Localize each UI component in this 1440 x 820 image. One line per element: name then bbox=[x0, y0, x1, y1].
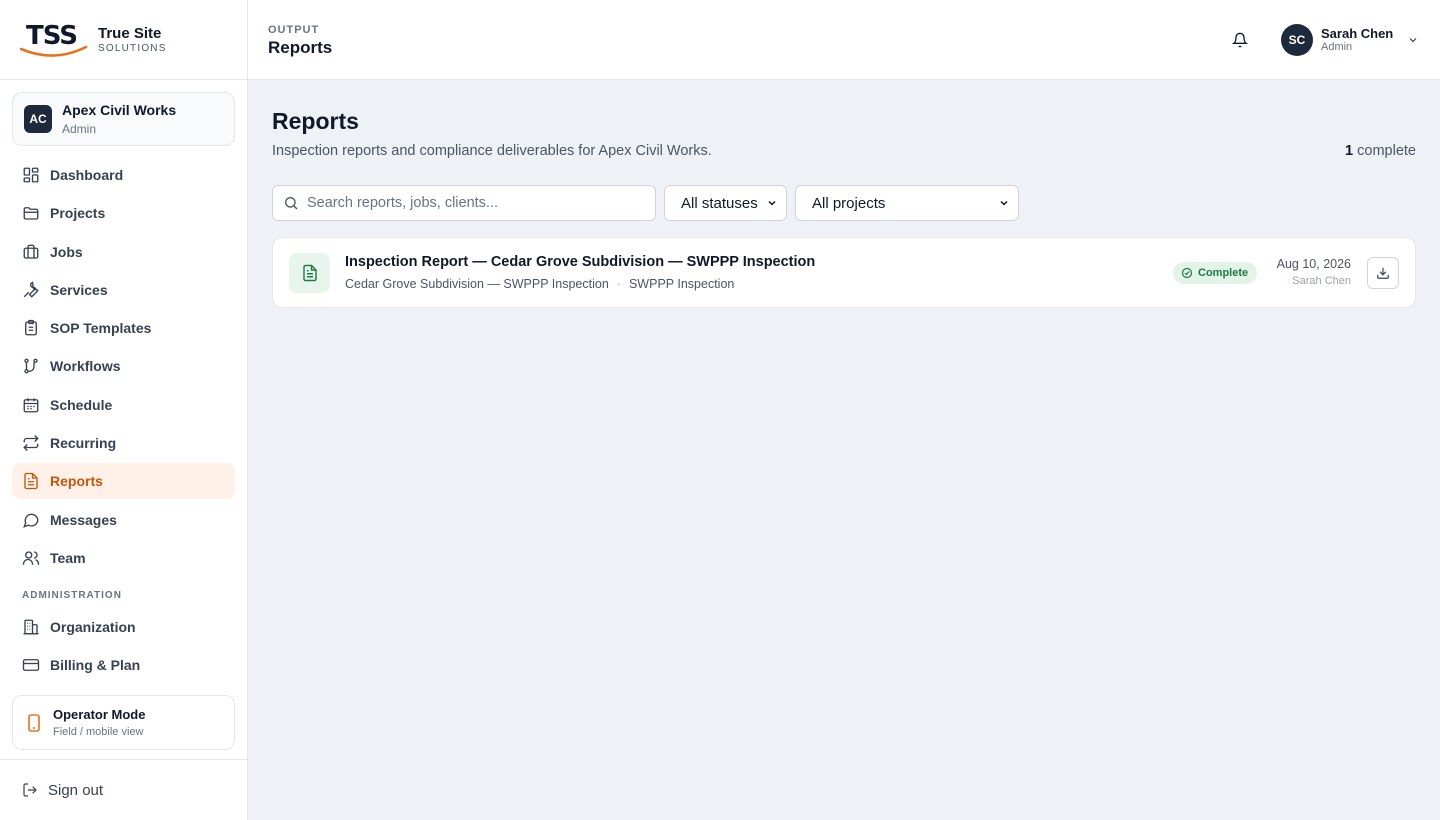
sidebar-item-messages[interactable]: Messages bbox=[12, 502, 235, 538]
status-filter-select[interactable]: All statuses bbox=[664, 185, 787, 221]
project-filter-select[interactable]: All projects bbox=[795, 185, 1019, 221]
sidebar-item-label: Jobs bbox=[50, 243, 83, 260]
workflow-icon bbox=[24, 359, 38, 374]
operator-mode-button[interactable]: Operator Mode Field / mobile view bbox=[12, 695, 235, 750]
sidebar-item-label: Projects bbox=[50, 205, 106, 222]
status-filter-value: All statuses bbox=[681, 194, 758, 212]
report-service: SWPPP Inspection bbox=[628, 277, 735, 291]
user-menu[interactable]: SC Sarah Chen Admin bbox=[1281, 24, 1419, 56]
building-icon bbox=[23, 619, 39, 635]
org-switcher[interactable]: AC Apex Civil Works Admin bbox=[12, 92, 235, 146]
credit-card-icon bbox=[22, 659, 40, 672]
breadcrumb-section: OUTPUT bbox=[268, 24, 320, 36]
file-text-icon bbox=[24, 473, 38, 490]
logo: TSS bbox=[20, 21, 88, 59]
report-row[interactable]: Inspection Report — Cedar Grove Subdivis… bbox=[272, 237, 1416, 308]
download-report-button[interactable] bbox=[1367, 257, 1399, 289]
operator-mode-subtitle: Field / mobile view bbox=[53, 726, 144, 738]
sign-out-button[interactable]: Sign out bbox=[0, 759, 247, 820]
brand-name: True Site bbox=[98, 24, 162, 42]
brand[interactable]: TSS True Site SOLUTIONS bbox=[0, 0, 247, 80]
download-icon bbox=[1377, 267, 1389, 279]
sidebar-item-jobs[interactable]: Jobs bbox=[12, 234, 235, 270]
search-box[interactable] bbox=[272, 185, 656, 221]
sidebar-item-label: Messages bbox=[50, 511, 117, 528]
report-author: Sarah Chen bbox=[1292, 275, 1351, 287]
chevron-down-icon bbox=[1000, 200, 1008, 206]
report-count-label: complete bbox=[1357, 143, 1416, 159]
repeat-icon bbox=[23, 435, 39, 452]
search-icon bbox=[285, 197, 298, 210]
sidebar-item-label: Team bbox=[50, 549, 86, 566]
sidebar-item-workflows[interactable]: Workflows bbox=[12, 348, 235, 384]
sidebar-nav: Dashboard Projects Jobs Services SOP Tem… bbox=[12, 157, 235, 686]
sidebar-item-label: Billing & Plan bbox=[50, 657, 141, 674]
chevron-down-icon bbox=[1409, 38, 1417, 43]
org-name: Apex Civil Works bbox=[62, 102, 177, 118]
sidebar-item-label: Recurring bbox=[50, 435, 117, 452]
report-count: 1 complete bbox=[1345, 143, 1416, 159]
meta-separator: · bbox=[616, 277, 621, 291]
sidebar: TSS True Site SOLUTIONS AC Apex Civil Wo… bbox=[0, 0, 248, 820]
sidebar-item-label: Organization bbox=[50, 618, 136, 635]
report-date-block: Aug 10, 2026 Sarah Chen bbox=[1277, 257, 1351, 287]
project-filter-value: All projects bbox=[812, 194, 886, 212]
sidebar-item-team[interactable]: Team bbox=[12, 540, 235, 576]
sidebar-item-reports[interactable]: Reports bbox=[12, 463, 235, 500]
report-title[interactable]: Inspection Report — Cedar Grove Subdivis… bbox=[345, 254, 815, 270]
status-badge: Complete bbox=[1173, 262, 1258, 284]
users-icon bbox=[22, 551, 40, 565]
report-file-icon bbox=[289, 253, 330, 293]
page-subtitle: Inspection reports and compliance delive… bbox=[272, 143, 712, 159]
folder-icon bbox=[23, 207, 39, 220]
header-title: Reports bbox=[268, 38, 333, 57]
grid-icon bbox=[23, 167, 39, 183]
calendar-icon bbox=[23, 398, 39, 413]
report-meta: Cedar Grove Subdivision — SWPPP Inspecti… bbox=[345, 277, 734, 291]
sidebar-item-label: Reports bbox=[50, 473, 103, 490]
sign-out-label: Sign out bbox=[48, 781, 104, 799]
chevron-down-icon bbox=[768, 200, 776, 206]
report-date: Aug 10, 2026 bbox=[1276, 257, 1351, 271]
sidebar-item-dashboard[interactable]: Dashboard bbox=[12, 157, 235, 193]
admin-section-label: ADMINISTRATION bbox=[22, 589, 122, 601]
sidebar-item-label: Schedule bbox=[50, 396, 113, 413]
bell-icon bbox=[1232, 32, 1248, 48]
topbar: OUTPUT Reports SC Sarah Chen Admin bbox=[248, 0, 1440, 80]
sidebar-item-label: Workflows bbox=[50, 358, 121, 375]
status-badge-label: Complete bbox=[1198, 267, 1249, 279]
sidebar-item-recurring[interactable]: Recurring bbox=[12, 425, 235, 461]
check-circle-icon bbox=[1181, 267, 1193, 279]
sidebar-item-billing[interactable]: Billing & Plan bbox=[12, 647, 235, 683]
file-text-icon bbox=[302, 264, 317, 282]
operator-mode-title: Operator Mode bbox=[53, 707, 146, 722]
search-input[interactable] bbox=[307, 195, 647, 211]
logo-swoosh-icon bbox=[20, 45, 88, 57]
sidebar-item-label: Dashboard bbox=[50, 167, 124, 183]
report-count-value: 1 bbox=[1345, 143, 1354, 159]
report-job: Cedar Grove Subdivision — SWPPP Inspecti… bbox=[345, 277, 609, 291]
page-title: Reports bbox=[272, 108, 359, 134]
avatar: SC bbox=[1281, 24, 1313, 56]
sidebar-item-services[interactable]: Services bbox=[12, 272, 235, 308]
user-role: Admin bbox=[1321, 41, 1353, 53]
message-circle-icon bbox=[23, 513, 39, 528]
sidebar-item-sop-templates[interactable]: SOP Templates bbox=[12, 310, 235, 346]
org-role: Admin bbox=[62, 122, 97, 136]
breadcrumb: OUTPUT Reports bbox=[268, 24, 332, 58]
briefcase-icon bbox=[23, 244, 39, 259]
org-avatar: AC bbox=[24, 105, 52, 133]
notifications-button[interactable] bbox=[1230, 30, 1250, 50]
sidebar-item-label: SOP Templates bbox=[50, 320, 152, 337]
log-out-icon bbox=[23, 783, 37, 797]
sidebar-item-organization[interactable]: Organization bbox=[12, 609, 235, 645]
sidebar-item-projects[interactable]: Projects bbox=[12, 195, 235, 231]
clipboard-icon bbox=[25, 320, 37, 336]
wrench-icon bbox=[23, 281, 39, 298]
sidebar-item-schedule[interactable]: Schedule bbox=[12, 387, 235, 423]
user-name: Sarah Chen bbox=[1321, 26, 1394, 41]
smartphone-icon bbox=[28, 713, 40, 732]
sidebar-item-label: Services bbox=[50, 281, 108, 298]
brand-tagline: SOLUTIONS bbox=[98, 42, 167, 54]
